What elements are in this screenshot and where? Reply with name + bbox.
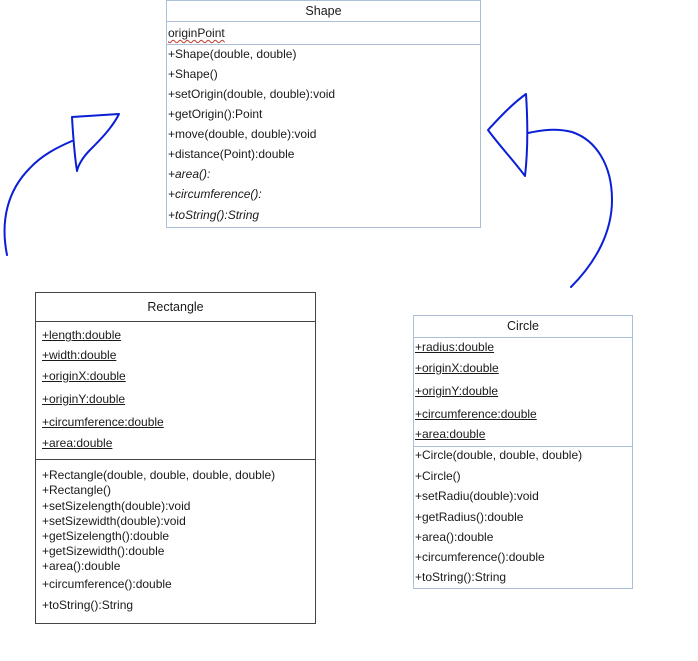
shape-method: +getOrigin():Point <box>168 107 263 121</box>
circle-method: +circumference():double <box>415 550 545 564</box>
circle-attribute: +radius:double <box>415 340 495 354</box>
rectangle-inheritance-arrow-line <box>3 140 73 256</box>
rectangle-attribute: +originX:double <box>42 369 126 383</box>
circle-name-divider <box>414 337 632 338</box>
shape-abstract-method: +circumference(): <box>168 187 262 201</box>
shape-abstract-method: +toString():String <box>168 208 260 222</box>
rectangle-method: +area():double <box>42 559 121 573</box>
circle-attribute-divider <box>414 446 632 447</box>
circle-method: +getRadius():double <box>415 510 524 524</box>
rectangle-method: +Rectangle(double, double, double, doubl… <box>42 468 276 482</box>
rectangle-method: +setSizelength(double):void <box>42 499 191 513</box>
shape-abstract-method: +area(): <box>168 167 211 181</box>
circle-method: +area():double <box>415 530 494 544</box>
shape-name-divider <box>167 21 480 22</box>
shape-method: +distance(Point):double <box>168 147 295 161</box>
circle-attribute: +circumference:double <box>415 407 537 421</box>
rectangle-inheritance-arrow-head <box>71 113 120 172</box>
rectangle-method: +getSizelength():double <box>42 529 170 543</box>
rectangle-method: +toString():String <box>42 598 134 612</box>
rectangle-class-box: Rectangle +length:double +width:double +… <box>35 292 316 624</box>
rectangle-class-name: Rectangle <box>147 300 204 314</box>
shape-method: +Shape(double, double) <box>168 47 297 61</box>
rectangle-attribute: +length:double <box>42 328 122 342</box>
circle-class-box: Circle +radius:double +originX:double +o… <box>413 315 633 589</box>
rectangle-method: +Rectangle() <box>42 483 112 497</box>
rectangle-name-divider <box>36 321 315 322</box>
rectangle-method: +getSizewidth():double <box>42 544 165 558</box>
circle-attribute: +originX:double <box>415 361 499 375</box>
circle-method: +toString():String <box>415 570 507 584</box>
rectangle-attribute-divider <box>36 459 315 460</box>
rectangle-attribute: +width:double <box>42 348 117 362</box>
circle-inheritance-arrow-head <box>487 93 529 177</box>
rectangle-attribute: +originY:double <box>42 392 126 406</box>
shape-attribute: originPoint <box>168 26 225 40</box>
shape-method: +move(double, double):void <box>168 127 317 141</box>
shape-class-box: Shape originPoint +Shape(double, double)… <box>166 0 481 228</box>
shape-method: +setOrigin(double, double):void <box>168 87 336 101</box>
circle-inheritance-arrow-line <box>527 128 613 288</box>
rectangle-method: +circumference():double <box>42 577 172 591</box>
circle-attribute: +area:double <box>415 427 486 441</box>
circle-method: +Circle() <box>415 469 461 483</box>
rectangle-attribute: +circumference:double <box>42 415 164 429</box>
circle-class-name: Circle <box>507 319 539 333</box>
shape-class-name: Shape <box>305 4 342 18</box>
shape-attribute-divider <box>167 44 480 45</box>
circle-method: +Circle(double, double, double) <box>415 448 583 462</box>
rectangle-attribute: +area:double <box>42 436 113 450</box>
rectangle-method: +setSizewidth(double):void <box>42 514 186 528</box>
circle-attribute: +originY:double <box>415 384 499 398</box>
circle-method: +setRadiu(double):void <box>415 489 539 503</box>
shape-method: +Shape() <box>168 67 218 81</box>
